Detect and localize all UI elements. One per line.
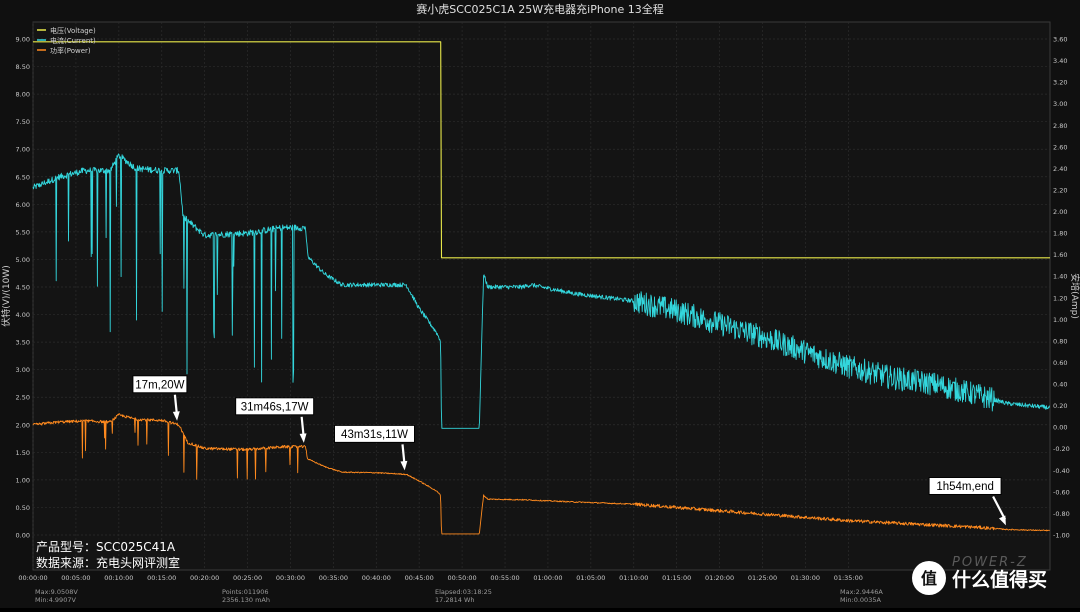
stat-max-current: Max:2.9446A — [840, 588, 883, 596]
chart-title: 赛小虎SCC025C1A 25W充电器充iPhone 13全程 — [416, 2, 664, 16]
plot-area — [32, 21, 1051, 571]
chart-svg: 赛小虎SCC025C1A 25W充电器充iPhone 13全程 9.00 8.50… — [0, 0, 1080, 608]
left-tick-label: 6.50 — [16, 173, 30, 181]
right-tick-label: -0.60 — [1053, 488, 1070, 496]
left-tick-label: 2.50 — [16, 394, 30, 402]
info-source: 数据来源：充电头网评测室 — [36, 555, 180, 570]
right-tick-label: 3.20 — [1053, 79, 1067, 87]
annotation-label: 1h54m,end — [936, 481, 994, 493]
right-tick-label: -1.00 — [1053, 532, 1070, 540]
right-tick-label: 2.40 — [1053, 165, 1067, 173]
x-tick-label: 00:00:00 — [18, 574, 47, 582]
left-tick-label: 7.00 — [16, 146, 30, 154]
y-axis-left-label: 伏特(V)/(10W) — [0, 265, 12, 327]
x-tick-label: 00:50:00 — [448, 574, 477, 582]
legend-item-current: 电流(Current) — [50, 36, 96, 45]
right-tick-label: -0.40 — [1053, 467, 1070, 475]
x-tick-label: 00:40:00 — [362, 574, 391, 582]
x-tick-label: 01:15:00 — [662, 574, 691, 582]
x-tick-label: 01:20:00 — [705, 574, 734, 582]
right-tick-label: 2.80 — [1053, 122, 1067, 130]
x-tick-label: 00:25:00 — [233, 574, 262, 582]
left-tick-label: 2.00 — [16, 421, 30, 429]
chart-window: 赛小虎SCC025C1A 25W充电器充iPhone 13全程 9.00 8.50… — [0, 0, 1080, 608]
stat-energy: 17.2814 Wh — [435, 596, 475, 604]
right-tick-label: 1.60 — [1053, 251, 1067, 259]
powerz-watermark: POWER-Z — [952, 555, 1028, 570]
right-tick-label: 3.40 — [1053, 57, 1067, 65]
right-tick-label: 1.80 — [1053, 230, 1067, 238]
annotation-label: 43m31s,11W — [341, 429, 408, 441]
stat-min-current: Min:0.0035A — [840, 596, 881, 604]
right-tick-label: 3.00 — [1053, 100, 1067, 108]
right-tick-label: 1.00 — [1053, 316, 1067, 324]
legend-item-voltage: 电压(Voltage) — [50, 26, 96, 35]
x-tick-label: 01:35:00 — [834, 574, 863, 582]
right-tick-label: 0.40 — [1053, 381, 1067, 389]
left-tick-label: 3.00 — [16, 366, 30, 374]
left-tick-label: 8.00 — [16, 91, 30, 99]
left-tick-label: 4.00 — [16, 311, 30, 319]
x-tick-label: 00:15:00 — [147, 574, 176, 582]
info-model: 产品型号：SCC025C41A — [36, 540, 176, 554]
legend: 电压(Voltage) 电流(Current) 功率(Power) — [37, 26, 96, 55]
x-tick-label: 00:35:00 — [319, 574, 348, 582]
left-tick-label: 1.00 — [16, 476, 30, 484]
annotation-label: 17m,20W — [135, 379, 184, 391]
x-tick-label: 01:05:00 — [576, 574, 605, 582]
left-tick-label: 1.50 — [16, 449, 30, 457]
x-tick-label: 01:25:00 — [748, 574, 777, 582]
right-tick-label: 2.20 — [1053, 186, 1067, 194]
x-tick-label: 01:00:00 — [533, 574, 562, 582]
x-tick-label: 00:30:00 — [276, 574, 305, 582]
x-tick-label: 01:30:00 — [791, 574, 820, 582]
right-tick-label: 0.60 — [1053, 359, 1067, 367]
x-tick-label: 00:45:00 — [405, 574, 434, 582]
right-tick-label: 1.20 — [1053, 294, 1067, 302]
left-tick-label: 0.50 — [16, 504, 30, 512]
left-tick-label: 6.00 — [16, 201, 30, 209]
stat-max-voltage: Max:9.0508V — [35, 588, 78, 596]
brand-logo-text: 什么值得买 — [952, 568, 1047, 591]
right-tick-label: 1.40 — [1053, 273, 1067, 281]
left-tick-label: 3.50 — [16, 339, 30, 347]
left-tick-label: 4.50 — [16, 284, 30, 292]
stat-elapsed: Elapsed:03:18:25 — [435, 588, 492, 596]
right-tick-label: 2.00 — [1053, 208, 1067, 216]
left-tick-label: 8.50 — [16, 63, 30, 71]
stat-points: Points:011906 — [222, 588, 269, 596]
right-tick-label: 3.60 — [1053, 36, 1067, 44]
left-tick-label: 0.00 — [16, 532, 30, 540]
x-tick-label: 00:20:00 — [190, 574, 219, 582]
right-tick-label: 0.80 — [1053, 337, 1067, 345]
left-tick-label: 7.50 — [16, 118, 30, 126]
left-tick-label: 5.50 — [16, 228, 30, 236]
left-tick-label: 9.00 — [16, 36, 30, 44]
y-axis-right-label: 安培(Amp) — [1069, 273, 1080, 319]
x-tick-label: 00:55:00 — [490, 574, 519, 582]
left-tick-label: 5.00 — [16, 256, 30, 264]
x-tick-label: 01:10:00 — [619, 574, 648, 582]
legend-item-power: 功率(Power) — [50, 46, 91, 55]
x-tick-label: 00:10:00 — [104, 574, 133, 582]
brand-logo-glyph: 值 — [921, 569, 937, 588]
x-tick-label: 00:05:00 — [61, 574, 90, 582]
right-tick-label: 0.20 — [1053, 402, 1067, 410]
right-tick-label: 0.00 — [1053, 424, 1067, 432]
right-tick-label: -0.80 — [1053, 510, 1070, 518]
right-tick-label: 2.60 — [1053, 143, 1067, 151]
right-tick-label: -0.20 — [1053, 445, 1070, 453]
stat-capacity: 2356.130 mAh — [222, 596, 270, 604]
stat-min-voltage: Min:4.9907V — [35, 596, 76, 604]
annotation-label: 31m46s,17W — [241, 401, 309, 413]
